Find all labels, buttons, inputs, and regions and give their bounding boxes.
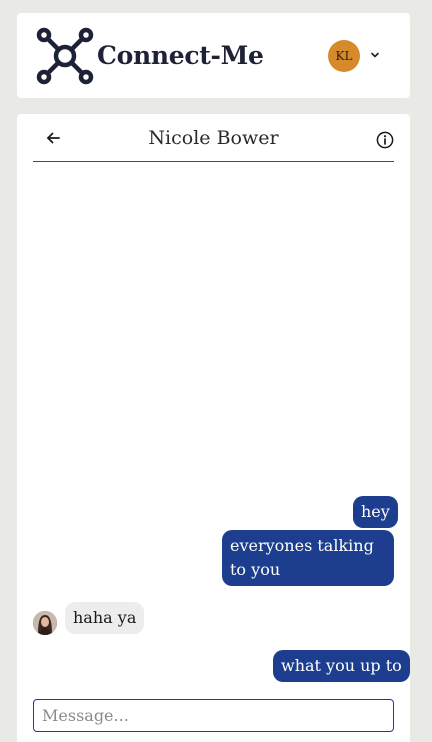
chat-header: Nicole Bower [33,114,394,162]
hub-network-icon [36,27,94,85]
user-avatar[interactable]: KL [328,40,360,72]
app-header: Connect-Me KL [17,13,410,98]
contact-avatar [33,611,57,635]
message-bubble-outgoing: what you up to [273,650,410,682]
message-input[interactable] [33,699,394,732]
info-circle-icon[interactable] [376,131,394,149]
app-title: Connect-Me [97,41,264,70]
chevron-down-icon[interactable] [369,49,381,61]
message-bubble-outgoing: everyones talking to you [222,530,394,586]
chat-contact-name: Nicole Bower [148,127,279,149]
message-bubble-incoming: haha ya [65,602,145,634]
message-bubble-outgoing: hey [353,496,398,528]
chat-panel: Nicole Bower hey everyones talking to yo… [17,114,410,742]
